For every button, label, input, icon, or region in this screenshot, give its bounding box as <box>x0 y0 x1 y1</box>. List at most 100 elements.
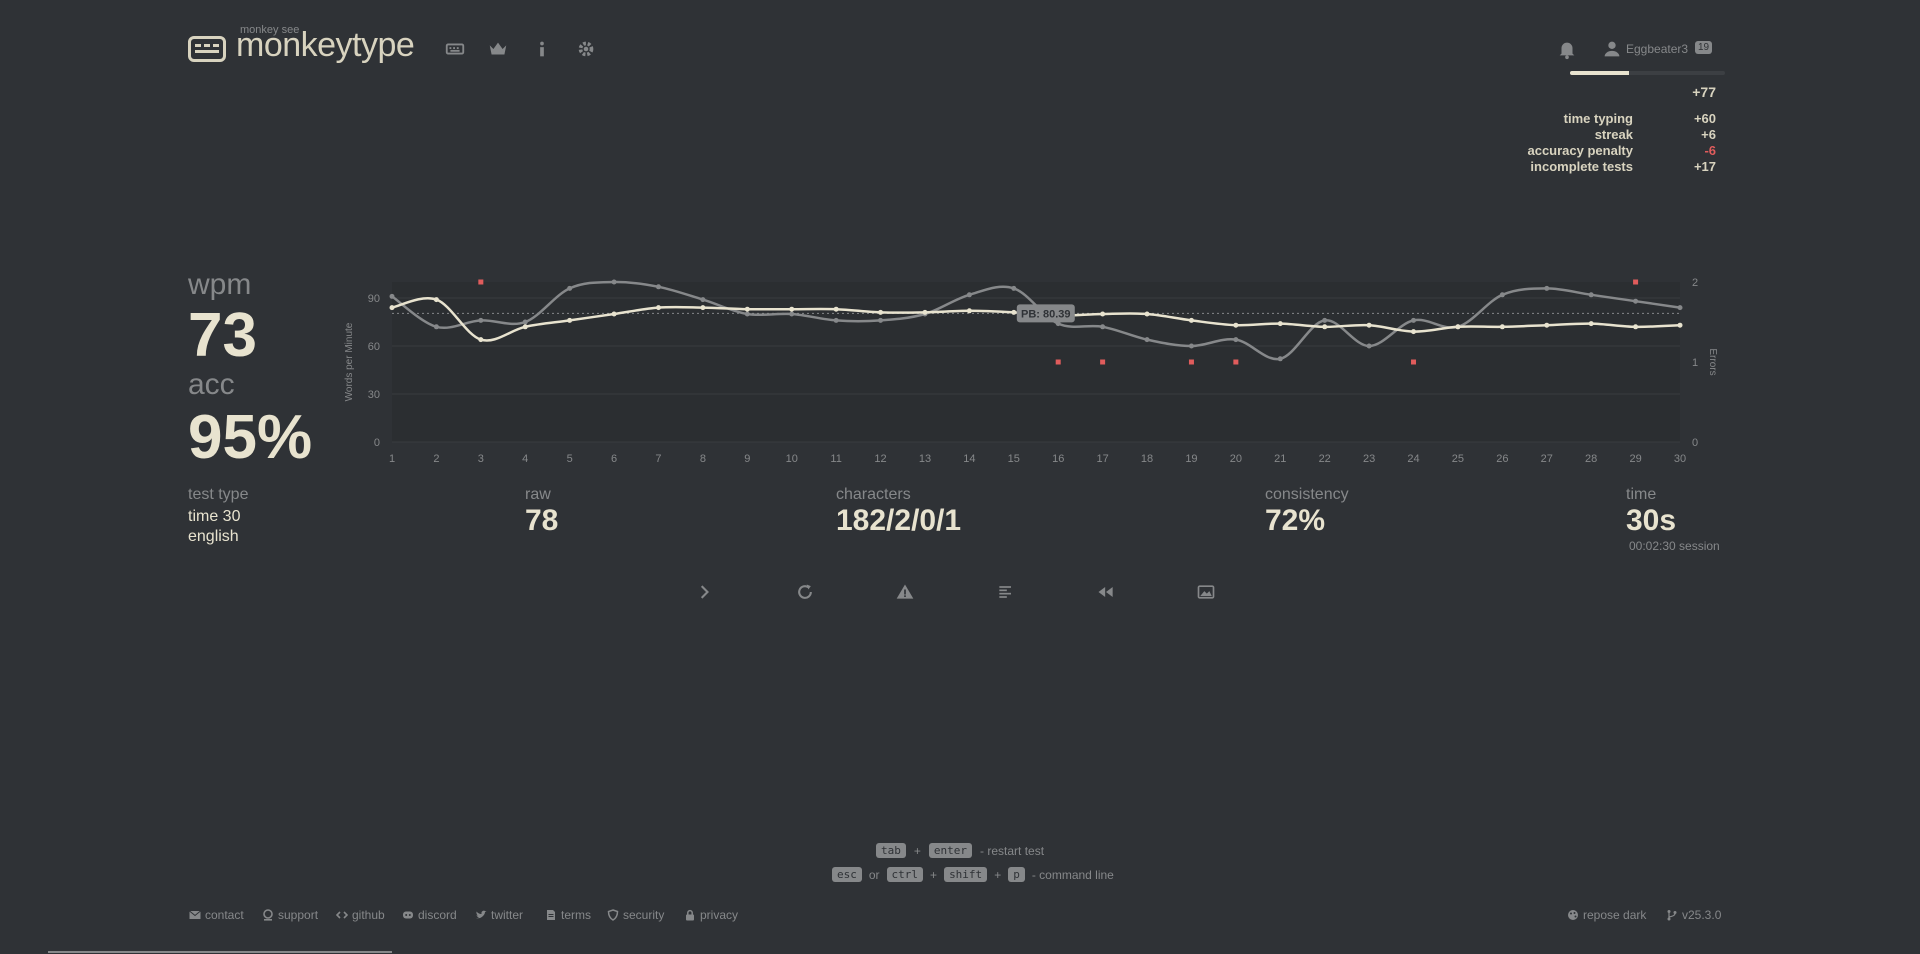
info-icon[interactable] <box>531 38 553 60</box>
raw-point <box>1588 292 1594 298</box>
crown-icon[interactable] <box>487 38 509 60</box>
restart-hint: tab + enter - restart test <box>876 843 1044 858</box>
x-tick-label: 3 <box>478 453 484 465</box>
logo-icon[interactable] <box>188 36 226 62</box>
raw-point <box>789 311 795 317</box>
pb-label: PB: 80.39 <box>1021 308 1071 320</box>
x-tick-label: 22 <box>1319 453 1331 465</box>
footer-terms[interactable]: terms <box>545 908 591 922</box>
footer-discord[interactable]: discord <box>402 908 457 922</box>
xp-row-streak: streak +6 <box>1594 127 1716 142</box>
acc-label: acc <box>188 368 235 401</box>
footer-twitter[interactable]: twitter <box>475 908 523 922</box>
xp-row-accuracy-penalty: accuracy penalty -6 <box>1527 143 1716 158</box>
x-tick-label: 4 <box>522 453 528 465</box>
x-tick-label: 20 <box>1230 453 1242 465</box>
username[interactable]: Eggbeater3 <box>1626 42 1688 56</box>
x-tick-label: 23 <box>1363 453 1375 465</box>
y2-axis-label: Errors <box>1707 348 1718 375</box>
raw-point <box>655 284 661 290</box>
xp-total: +77 <box>1692 84 1716 100</box>
x-tick-label: 11 <box>830 453 841 465</box>
footer-theme[interactable]: repose dark <box>1567 908 1646 922</box>
raw-point <box>700 297 706 303</box>
x-tick-label: 13 <box>919 453 931 465</box>
envelope-icon <box>189 910 201 919</box>
wpm-point <box>922 309 928 315</box>
wpm-point <box>1233 322 1239 328</box>
raw-point <box>478 317 484 323</box>
x-tick-label: 5 <box>567 453 573 465</box>
x-tick-label: 28 <box>1585 453 1597 465</box>
wpm-point <box>1011 309 1017 315</box>
raw-point <box>833 317 839 323</box>
footer-version[interactable]: v25.3.0 <box>1666 908 1721 922</box>
raw-point <box>1411 317 1417 323</box>
screenshot-button[interactable] <box>1196 582 1220 606</box>
raw-point <box>1677 305 1683 311</box>
wpm-point <box>833 306 839 312</box>
wpm-point <box>1411 329 1417 335</box>
footer-support[interactable]: support <box>262 908 318 922</box>
y-tick-label: 0 <box>374 437 380 449</box>
document-icon <box>547 910 555 920</box>
wpm-point <box>478 337 484 343</box>
discord-icon <box>403 911 413 919</box>
wpm-chart: 03060900121 2 3 4 5 6 7 8 9 10 11 12 13 14 15 16 17 18 19 2… <box>344 277 1718 465</box>
error-marker <box>478 279 484 285</box>
footer-privacy[interactable]: privacy <box>684 908 738 922</box>
y2-tick-label: 1 <box>1692 357 1698 369</box>
wpm-point <box>744 306 750 312</box>
replay-button[interactable] <box>1096 582 1120 606</box>
branch-icon <box>1667 910 1677 921</box>
error-marker <box>1188 359 1194 365</box>
error-marker <box>1055 359 1061 365</box>
raw-point <box>389 293 395 299</box>
key-p: p <box>1008 867 1025 882</box>
wpm-point <box>789 306 795 312</box>
next-test-button[interactable] <box>695 582 719 606</box>
key-shift: shift <box>944 867 988 882</box>
twitter-icon <box>476 910 487 919</box>
wpm-point <box>433 297 439 303</box>
error-marker <box>1411 359 1417 365</box>
raw-point <box>744 311 750 317</box>
x-tick-label: 25 <box>1452 453 1464 465</box>
wpm-point <box>1633 324 1639 330</box>
footer-security[interactable]: security <box>607 908 664 922</box>
y-tick-label: 90 <box>368 293 380 305</box>
error-marker <box>1100 359 1106 365</box>
consistency-label: consistency <box>1265 486 1349 503</box>
raw-point <box>878 317 884 323</box>
keyboard-icon[interactable] <box>444 38 466 60</box>
raw-point <box>1100 324 1106 330</box>
wpm-point <box>1100 311 1106 317</box>
footer-contact[interactable]: contact <box>189 908 244 922</box>
logo-text[interactable]: monkeytype <box>236 26 415 65</box>
wpm-point <box>1544 322 1550 328</box>
gear-icon[interactable] <box>575 38 597 60</box>
lock-icon <box>686 909 694 921</box>
x-tick-label: 9 <box>744 453 750 465</box>
footer-github[interactable]: github <box>336 908 385 922</box>
error-marker <box>1633 279 1639 285</box>
report-warning-icon[interactable] <box>895 582 919 606</box>
raw-point <box>1544 285 1550 291</box>
user-icon[interactable] <box>1601 38 1623 60</box>
shield-icon <box>607 909 619 921</box>
wpm-point <box>1677 322 1683 328</box>
wpm-value: 73 <box>188 301 257 370</box>
key-enter: enter <box>928 843 973 858</box>
x-tick-label: 6 <box>611 453 617 465</box>
bell-icon[interactable] <box>1556 38 1578 60</box>
restart-hint-text: - restart test <box>980 843 1045 858</box>
x-tick-label: 14 <box>963 453 975 465</box>
words-history-button[interactable] <box>996 582 1020 606</box>
xp-row-time-typing: time typing +60 <box>1563 111 1716 126</box>
x-tick-label: 10 <box>786 453 798 465</box>
acc-value: 95% <box>188 403 313 472</box>
raw-point <box>433 324 439 330</box>
restart-button[interactable] <box>795 582 819 606</box>
x-tick-label: 26 <box>1496 453 1508 465</box>
wpm-point <box>567 317 573 323</box>
